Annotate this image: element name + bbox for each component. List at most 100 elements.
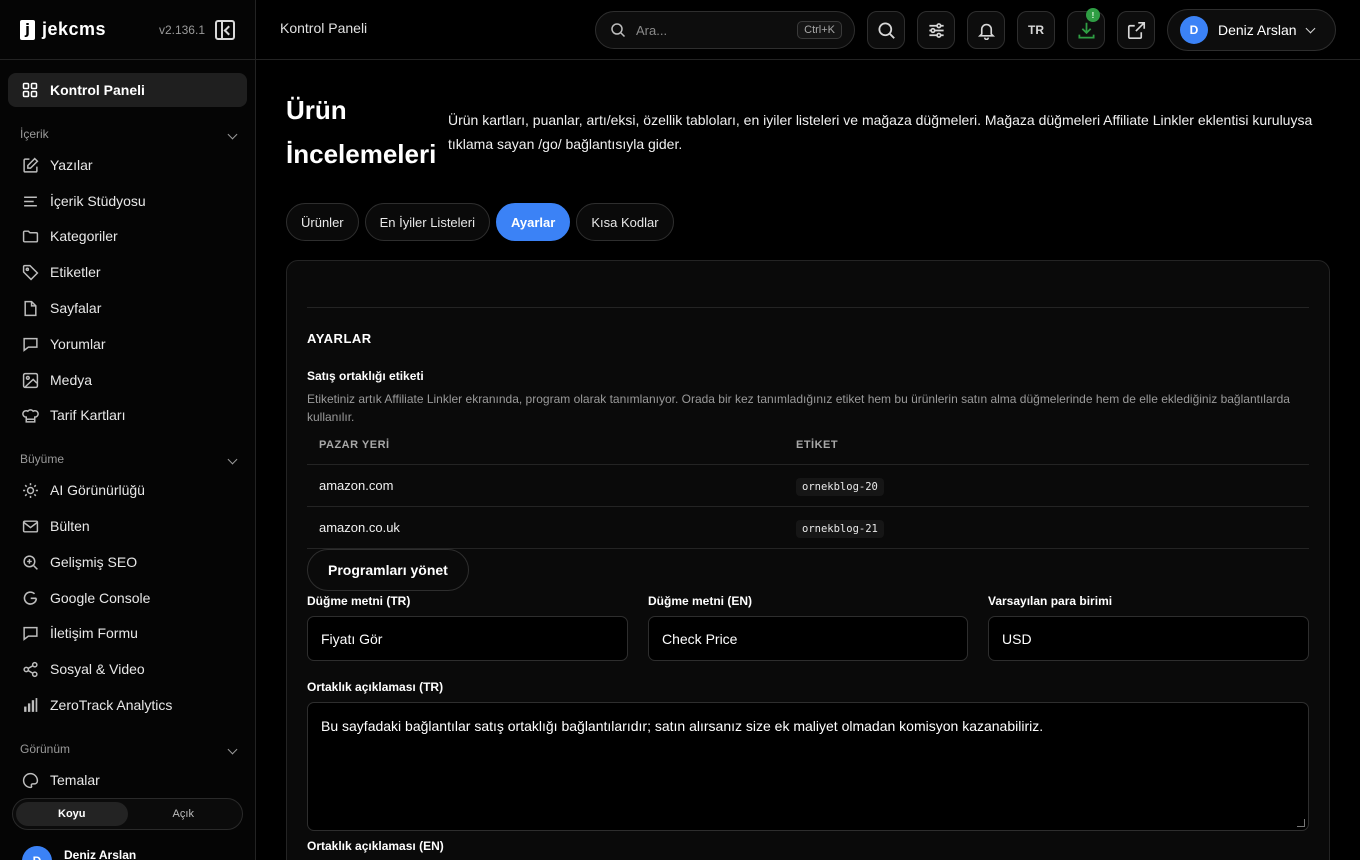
sidebar-item-themes[interactable]: Temalar bbox=[22, 769, 242, 791]
sidebar-item-content-studio[interactable]: İçerik Stüdyosu bbox=[22, 190, 242, 212]
topbar: Kontrol Paneli Ara... Ctrl+K TR ! D Deni… bbox=[256, 0, 1360, 60]
section-header-growth[interactable]: Büyüme bbox=[20, 452, 238, 466]
sidebar-item-newsletter[interactable]: Bülten bbox=[22, 515, 242, 537]
breadcrumb[interactable]: Kontrol Paneli bbox=[280, 20, 367, 36]
google-icon bbox=[22, 590, 39, 607]
sidebar-item-posts[interactable]: Yazılar bbox=[22, 154, 242, 176]
chevron-down-icon bbox=[227, 454, 238, 464]
sidebar-item-social-video[interactable]: Sosyal & Video bbox=[22, 658, 242, 680]
tab-best-lists[interactable]: En İyiler Listeleri bbox=[364, 203, 490, 241]
section-title: AYARLAR bbox=[307, 331, 372, 346]
open-site-button[interactable] bbox=[1117, 11, 1155, 49]
download-button[interactable]: ! bbox=[1067, 8, 1105, 49]
search-placeholder: Ara... bbox=[636, 22, 668, 38]
user-name: Deniz Arslan bbox=[1218, 22, 1297, 38]
section-header-content[interactable]: İçerik bbox=[20, 127, 238, 141]
bar-chart-icon bbox=[22, 697, 39, 714]
comment-icon bbox=[22, 336, 39, 353]
search-input[interactable]: Ara... Ctrl+K bbox=[595, 11, 855, 49]
user-menu[interactable]: D Deniz Arslan bbox=[1167, 9, 1336, 51]
table-row: amazon.com ornekblog-20 bbox=[307, 465, 1309, 507]
folder-icon bbox=[22, 228, 39, 245]
mail-icon bbox=[22, 518, 39, 535]
chef-icon bbox=[22, 407, 39, 424]
marketplace-table: PAZAR YERİ ETİKET amazon.com ornekblog-2… bbox=[307, 425, 1309, 549]
sidebar-item-comments[interactable]: Yorumlar bbox=[22, 333, 242, 355]
theme-toggle: Koyu Açık bbox=[12, 798, 243, 830]
sidebar-item-label: Etiketler bbox=[50, 264, 101, 280]
chevron-down-icon bbox=[227, 744, 238, 754]
bell-icon bbox=[977, 23, 995, 40]
tab-settings[interactable]: Ayarlar bbox=[496, 203, 571, 241]
image-icon bbox=[22, 372, 39, 389]
sidebar-item-label: Gelişmiş SEO bbox=[50, 554, 138, 570]
sidebar-item-recipe-cards[interactable]: Tarif Kartları bbox=[22, 404, 242, 426]
section-title: İçerik bbox=[20, 127, 49, 141]
tag-icon bbox=[22, 264, 39, 281]
update-badge: ! bbox=[1086, 8, 1100, 22]
sidebar-collapse-icon[interactable] bbox=[215, 19, 235, 40]
theme-dark-button[interactable]: Koyu bbox=[16, 802, 128, 826]
sidebar-item-label: Yazılar bbox=[50, 157, 93, 173]
sidebar-item-label: AI Görünürlüğü bbox=[50, 482, 145, 498]
tag-cell: ornekblog-21 bbox=[796, 520, 884, 538]
edit-icon bbox=[22, 157, 39, 174]
sidebar-item-label: Kategoriler bbox=[50, 228, 118, 244]
sidebar-item-label: Medya bbox=[50, 372, 93, 388]
settings-button[interactable] bbox=[917, 11, 955, 49]
sidebar-item-label: İçerik Stüdyosu bbox=[50, 193, 146, 209]
page-title: Ürün İncelemeleri bbox=[286, 95, 437, 169]
table-header: PAZAR YERİ ETİKET bbox=[307, 425, 1309, 465]
button-text-tr-label: Düğme metni (TR) bbox=[307, 594, 411, 608]
search-icon bbox=[877, 21, 895, 39]
sidebar-item-contact-form[interactable]: İletişim Formu bbox=[22, 622, 242, 644]
sidebar: j jekcms v2.136.1 Kontrol Paneli İçerik … bbox=[0, 0, 256, 860]
sidebar-item-tags[interactable]: Etiketler bbox=[22, 261, 242, 283]
file-icon bbox=[22, 300, 39, 317]
resize-handle[interactable] bbox=[1297, 819, 1305, 827]
sidebar-item-dashboard[interactable]: Kontrol Paneli bbox=[8, 73, 247, 107]
avatar: D bbox=[22, 846, 52, 860]
section-header-appearance[interactable]: Görünüm bbox=[20, 742, 238, 756]
sidebar-item-pages[interactable]: Sayfalar bbox=[22, 297, 242, 319]
sidebar-item-ai-visibility[interactable]: AI Görünürlüğü bbox=[22, 479, 242, 501]
search-button[interactable] bbox=[867, 11, 905, 49]
sidebar-item-label: Google Console bbox=[50, 590, 151, 606]
language-label: TR bbox=[1028, 23, 1044, 37]
sidebar-item-google-console[interactable]: Google Console bbox=[22, 587, 242, 609]
tab-products[interactable]: Ürünler bbox=[286, 203, 359, 241]
sidebar-item-label: Temalar bbox=[50, 772, 100, 788]
sidebar-item-categories[interactable]: Kategoriler bbox=[22, 225, 242, 247]
button-text-en-field[interactable]: Check Price bbox=[648, 616, 968, 661]
disclosure-tr-text: Bu sayfadaki bağlantılar satış ortaklığı… bbox=[321, 718, 1044, 734]
external-link-icon bbox=[1127, 21, 1145, 39]
search-icon bbox=[611, 23, 626, 38]
search-shortcut: Ctrl+K bbox=[797, 21, 842, 39]
button-text-tr-field[interactable]: Fiyatı Gör bbox=[307, 616, 628, 661]
sidebar-user[interactable]: D Deniz Arslan bbox=[22, 846, 136, 860]
language-button[interactable]: TR bbox=[1017, 11, 1055, 49]
sidebar-item-label: ZeroTrack Analytics bbox=[50, 697, 173, 713]
sidebar-item-media[interactable]: Medya bbox=[22, 369, 242, 391]
manage-programs-button[interactable]: Programları yönet bbox=[307, 549, 469, 591]
sidebar-user-name: Deniz Arslan bbox=[64, 848, 137, 860]
version-label: v2.136.1 bbox=[158, 22, 205, 37]
chevron-down-icon bbox=[227, 129, 238, 139]
tab-shortcodes[interactable]: Kısa Kodlar bbox=[576, 203, 674, 241]
sidebar-item-label: Kontrol Paneli bbox=[50, 82, 145, 98]
sidebar-item-zerotrack-analytics[interactable]: ZeroTrack Analytics bbox=[22, 694, 242, 716]
currency-field[interactable]: USD bbox=[988, 616, 1309, 661]
brand-bar: j jekcms v2.136.1 bbox=[0, 0, 255, 60]
notifications-button[interactable] bbox=[967, 11, 1005, 49]
sidebar-item-label: Sayfalar bbox=[50, 300, 102, 316]
disclosure-tr-textarea[interactable]: Bu sayfadaki bağlantılar satış ortaklığı… bbox=[307, 702, 1309, 831]
affiliate-tag-label: Satış ortaklığı etiketi bbox=[307, 369, 424, 383]
affiliate-tag-help: Etiketiniz artık Affiliate Linkler ekran… bbox=[307, 392, 1290, 424]
theme-light-button[interactable]: Açık bbox=[128, 802, 240, 826]
tab-bar: Ürünler En İyiler Listeleri Ayarlar Kısa… bbox=[286, 203, 674, 241]
page-description: Ürün kartları, puanlar, artı/eksi, özell… bbox=[448, 112, 1313, 152]
sidebar-item-label: Bülten bbox=[50, 518, 90, 534]
zoom-icon bbox=[22, 554, 39, 571]
sidebar-item-advanced-seo[interactable]: Gelişmiş SEO bbox=[22, 551, 242, 573]
share-icon bbox=[22, 661, 39, 678]
